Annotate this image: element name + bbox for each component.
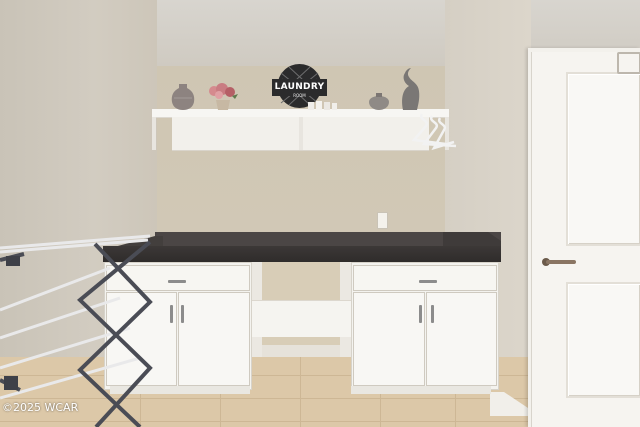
- elephant-figurine-icon: [402, 68, 420, 110]
- wall-shelf: [152, 109, 449, 151]
- drying-rack-icon[interactable]: [0, 230, 160, 427]
- door-pull: [431, 305, 434, 323]
- nook-shelf: [251, 300, 351, 337]
- drawer-pull: [419, 280, 437, 283]
- decor-bowl-icon: [369, 93, 389, 110]
- right-base-cabinet: [351, 262, 499, 390]
- shelf-top: [152, 109, 449, 117]
- shelf-bracket: [152, 117, 156, 150]
- shelf-bracket: [299, 117, 303, 150]
- countertop: [103, 232, 501, 262]
- right-cabinet-door-2[interactable]: [426, 292, 497, 386]
- sign-title: LAUNDRY: [274, 82, 325, 92]
- door-pull: [181, 305, 184, 323]
- drawer-pull: [168, 280, 186, 283]
- tile-grout: [300, 357, 301, 427]
- hinge-icon: [617, 52, 640, 74]
- door-pull: [419, 305, 422, 323]
- door-pull: [170, 305, 173, 323]
- right-toe-kick: [351, 386, 491, 394]
- hanger-icon[interactable]: [412, 112, 458, 156]
- small-jars-icon: [308, 101, 337, 110]
- left-cabinet-door-2[interactable]: [178, 292, 250, 386]
- vase-icon: [171, 84, 195, 110]
- door-handle-icon[interactable]: [541, 255, 577, 269]
- door-panel-upper: [566, 72, 640, 246]
- counter-front-edge: [103, 246, 501, 262]
- laundry-room-scene: LAUNDRY ROOM ©2025 WCAR: [0, 0, 640, 427]
- copyright-watermark: ©2025 WCAR: [2, 401, 79, 414]
- door-panel-lower: [566, 282, 640, 398]
- right-cabinet-door-1[interactable]: [353, 292, 425, 386]
- nook-kick: [262, 345, 340, 357]
- wall-outlet: [377, 212, 388, 229]
- right-drawer[interactable]: [353, 265, 497, 291]
- sign-subtitle: ROOM: [293, 93, 306, 98]
- flower-pot-icon: [209, 83, 238, 110]
